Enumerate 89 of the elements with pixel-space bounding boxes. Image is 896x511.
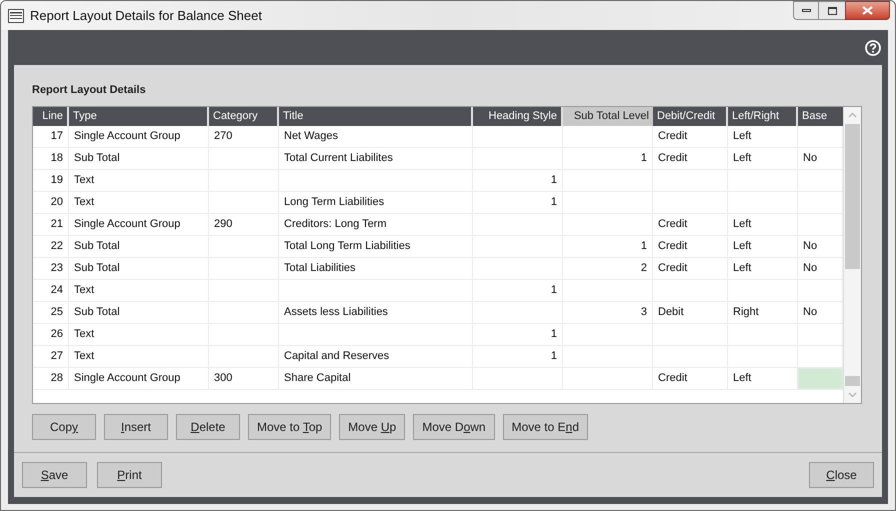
scroll-thumb[interactable] (845, 124, 860, 269)
table-cell: 300 (209, 368, 279, 389)
table-cell: Text (69, 192, 209, 213)
table-cell: 1 (473, 170, 563, 191)
table-cell: Sub Total (69, 258, 209, 279)
table-cell: Credit (653, 148, 728, 169)
table-cell: Credit (653, 368, 728, 389)
table-cell: 1 (473, 346, 563, 367)
table-cell: 2 (563, 258, 653, 279)
table-cell: 270 (209, 126, 279, 147)
table-cell: Text (69, 170, 209, 191)
table-cell: Credit (653, 126, 728, 147)
column-header[interactable]: Type (69, 107, 209, 126)
button[interactable]: Delete (176, 414, 240, 440)
button[interactable]: Close (809, 462, 874, 488)
table-cell: 17 (33, 126, 69, 147)
table-cell: Sub Total (69, 302, 209, 323)
table-cell: Total Long Term Liabilities (279, 236, 473, 257)
table-cell: Credit (653, 214, 728, 235)
table-cell: Single Account Group (69, 368, 209, 389)
table-cell: Text (69, 346, 209, 367)
table-cell: 1 (473, 192, 563, 213)
button[interactable]: Insert (104, 414, 168, 440)
table-cell: Debit (653, 302, 728, 323)
table-cell: Share Capital (279, 368, 473, 389)
table-cell: Net Wages (279, 126, 473, 147)
button[interactable]: Save (22, 462, 87, 488)
table-cell: Left (728, 236, 798, 257)
table-cell: Sub Total (69, 148, 209, 169)
table-cell: Right (728, 302, 798, 323)
table-cell: Single Account Group (69, 214, 209, 235)
button[interactable]: Copy (32, 414, 96, 440)
close-button[interactable] (845, 1, 890, 20)
column-header[interactable]: Category (209, 107, 279, 126)
button[interactable]: Move to Top (248, 414, 332, 440)
maximize-button[interactable] (819, 1, 845, 20)
table-cell: 25 (33, 302, 69, 323)
column-header[interactable]: Sub Total Level (563, 107, 653, 126)
table-cell: 27 (33, 346, 69, 367)
table-cell: Text (69, 280, 209, 301)
table-cell: 22 (33, 236, 69, 257)
table-cell: Sub Total (69, 236, 209, 257)
maximize-icon (828, 6, 836, 14)
table-cell: 24 (33, 280, 69, 301)
scroll-track-segment (845, 376, 860, 386)
window-icon (8, 8, 24, 22)
button[interactable]: Move to End (502, 414, 588, 440)
column-header[interactable]: Debit/Credit (653, 107, 728, 126)
table-cell: 1 (473, 280, 563, 301)
table-cell: Creditors: Long Term (279, 214, 473, 235)
button[interactable]: Move Up (339, 414, 406, 440)
column-header[interactable]: Title (279, 107, 473, 126)
table-cell: 28 (33, 368, 69, 389)
table-cell: Left (728, 214, 798, 235)
table-cell: 18 (33, 148, 69, 169)
table-cell: Credit (653, 236, 728, 257)
table-cell: Total Liabilities (279, 258, 473, 279)
section-title: Report Layout Details (32, 83, 147, 98)
column-header[interactable]: Line (33, 107, 69, 126)
close-icon (862, 6, 873, 15)
table-cell: 20 (33, 192, 69, 213)
table-cell: Capital and Reserves (279, 346, 473, 367)
button[interactable]: Print (97, 462, 162, 488)
table-cell: Long Term Liabilities (279, 192, 473, 213)
table-cell: Total Current Liabilites (279, 148, 473, 169)
table-cell: 1 (563, 148, 653, 169)
minimize-icon (802, 9, 810, 12)
table-cell: 23 (33, 258, 69, 279)
table-cell: 26 (33, 324, 69, 345)
table-cell: Left (728, 258, 798, 279)
button[interactable]: Move Down (413, 414, 495, 440)
table-cell: Left (728, 148, 798, 169)
column-header[interactable]: Base (798, 107, 843, 126)
minimize-button[interactable] (793, 1, 819, 20)
table-cell: 19 (33, 170, 69, 191)
table-cell: 1 (563, 236, 653, 257)
table-cell: 290 (209, 214, 279, 235)
table-cell: 21 (33, 214, 69, 235)
scrollbar[interactable] (843, 107, 861, 403)
table-cell: 3 (563, 302, 653, 323)
table-cell: Assets less Liabilities (279, 302, 473, 323)
table-cell: Text (69, 324, 209, 345)
table-cell: Single Account Group (69, 126, 209, 147)
table-cell: Left (728, 126, 798, 147)
table-cell: Credit (653, 258, 728, 279)
help-icon[interactable] (865, 40, 881, 56)
window-title: Report Layout Details for Balance Sheet (30, 6, 262, 25)
column-header[interactable]: Left/Right (728, 107, 798, 126)
table-cell: 1 (473, 324, 563, 345)
